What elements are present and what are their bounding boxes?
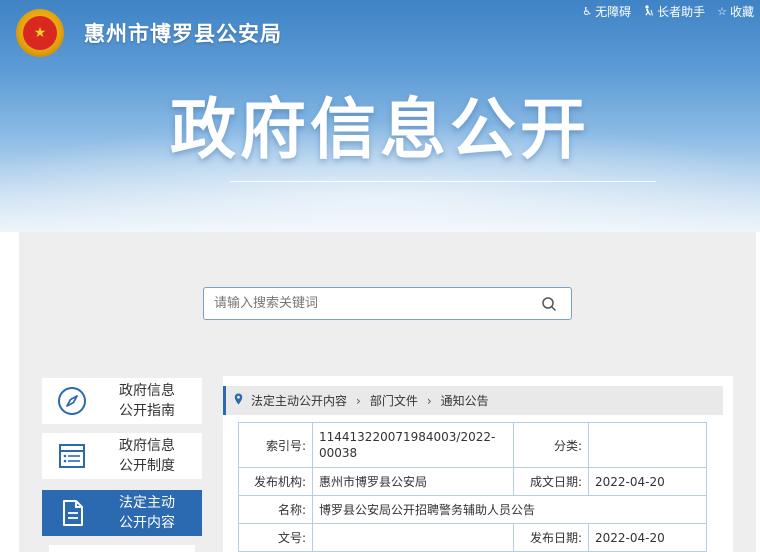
sidebar-item-label: 政府信息 公开制度 [119,438,175,474]
table-row: 索引号: 114413220071984003/2022- 00038 分类: [238,422,707,468]
publish-date-value: 2022-04-20 [588,523,707,552]
title-divider [230,181,656,182]
favorite-label: 收藏 [729,5,754,19]
favorite-link[interactable]: ☆ 收藏 [717,3,754,20]
search-box [203,287,572,320]
top-links: ♿ 无障碍 长者助手 ☆ 收藏 [582,3,754,20]
search-icon[interactable] [541,296,557,312]
index-value: 114413220071984003/2022- 00038 [312,422,514,468]
emblem-star-icon: ★ [23,16,57,50]
table-row: 文号: 发布日期: 2022-04-20 [238,523,707,552]
chevron-right-icon: › [426,393,432,408]
sidebar-item-statutory[interactable]: 法定主动 公开内容 [42,490,202,536]
category-label: 分类: [513,422,589,468]
header-banner: ★ 惠州市博罗县公安局 ♿ 无障碍 长者助手 ☆ 收藏 政府信息公开 [0,0,760,232]
created-date-label: 成文日期: [513,467,589,496]
created-date-value: 2022-04-20 [588,467,707,496]
doc-number-value [312,523,514,552]
breadcrumb-statutory[interactable]: 法定主动公开内容 [251,392,347,409]
breadcrumb-dept-docs[interactable]: 部门文件 [370,392,418,409]
breadcrumb-notices[interactable]: 通知公告 [441,392,489,409]
publisher-value: 惠州市博罗县公安局 [312,467,514,496]
wheelchair-icon: ♿ [582,5,593,18]
search-input[interactable] [204,288,534,319]
sidebar-item-partial[interactable] [49,545,195,552]
document-icon [42,498,102,528]
document-meta-table: 索引号: 114413220071984003/2022- 00038 分类: … [238,422,707,552]
location-pin-icon [234,393,243,408]
index-label: 索引号: [238,422,313,468]
elder-assist-label: 长者助手 [657,5,706,19]
sidebar-item-label: 法定主动 公开内容 [119,495,175,531]
sidebar-item-policy[interactable]: 政府信息 公开制度 [42,433,202,479]
table-row: 发布机构: 惠州市博罗县公安局 成文日期: 2022-04-20 [238,467,707,496]
breadcrumb: 法定主动公开内容 › 部门文件 › 通知公告 [223,386,723,415]
name-value: 博罗县公安局公开招聘警务辅助人员公告 [312,495,707,524]
accessibility-link[interactable]: ♿ 无障碍 [582,3,631,20]
sidebar-item-guide[interactable]: 政府信息 公开指南 [42,378,202,424]
category-value [588,422,707,468]
site-title[interactable]: 惠州市博罗县公安局 [84,18,282,48]
doc-number-label: 文号: [238,523,313,552]
compass-icon [42,386,102,416]
publish-date-label: 发布日期: [513,523,589,552]
star-icon: ☆ [717,5,727,18]
name-label: 名称: [238,495,313,524]
elder-assist-icon [643,4,654,19]
sidebar-item-label: 政府信息 公开指南 [119,383,175,419]
page-title: 政府信息公开 [170,91,590,168]
table-row: 名称: 博罗县公安局公开招聘警务辅助人员公告 [238,495,707,524]
elder-assist-link[interactable]: 长者助手 [643,3,705,20]
chevron-right-icon: › [356,393,361,408]
publisher-label: 发布机构: [238,467,313,496]
list-doc-icon [42,441,102,471]
national-emblem-logo: ★ [16,9,64,57]
accessibility-label: 无障碍 [595,5,632,19]
